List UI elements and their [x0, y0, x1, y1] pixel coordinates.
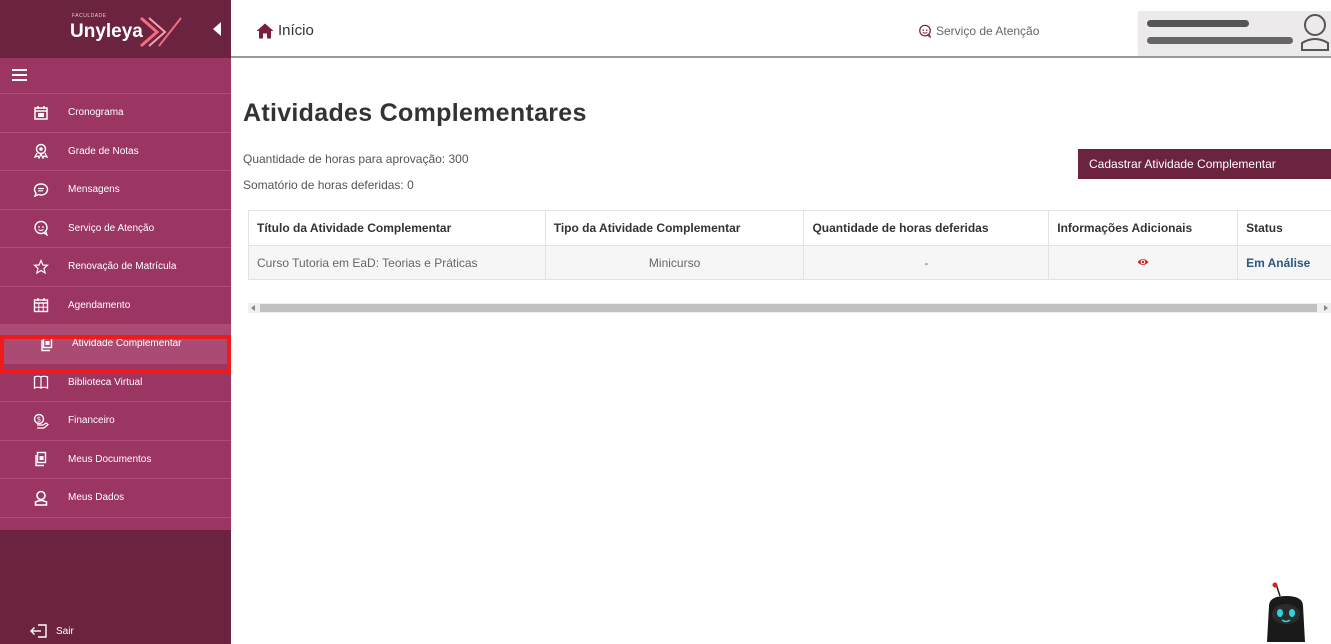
collapse-sidebar-button[interactable] [213, 22, 221, 36]
activities-table-container: Título da Atividade Complementar Tipo da… [248, 210, 1331, 280]
main-content: Atividades Complementares Quantidade de … [231, 60, 1331, 644]
sidebar-item-atividade-complementar[interactable]: Atividade Complementar [0, 325, 231, 364]
brand-subtitle: FACULDADE [72, 13, 107, 19]
cell-activity-title: Curso Tutoria em EaD: Teorias e Práticas [248, 245, 546, 280]
calendar-grid-icon [33, 298, 49, 313]
sidebar-item-label: Cronograma [68, 107, 124, 119]
logout-label: Sair [56, 625, 74, 637]
sidebar-item-mensagens[interactable]: Mensagens [0, 171, 231, 210]
sidebar-item-label: Serviço de Atenção [68, 222, 155, 234]
sidebar-item-meus-documentos[interactable]: Meus Documentos [0, 441, 231, 479]
redacted-user-email [1147, 37, 1293, 44]
sidebar-item-financeiro[interactable]: $ Financeiro [0, 402, 231, 441]
cell-hours: - [803, 245, 1050, 280]
brand-header: FACULDADE Unyleya [0, 0, 231, 58]
horizontal-scrollbar[interactable] [248, 303, 1331, 313]
top-bar: Início Serviço de Atenção [231, 0, 1331, 58]
register-activity-button[interactable]: Cadastrar Atividade Complementar [1078, 149, 1331, 179]
table-row: Curso Tutoria em EaD: Teorias e Práticas… [248, 245, 1331, 280]
sidebar-item-agendamento[interactable]: Agendamento [0, 287, 231, 325]
sidebar-item-label: Meus Dados [68, 492, 125, 504]
sidebar-item-label: Meus Documentos [68, 453, 152, 465]
page-title: Atividades Complementares [243, 99, 587, 127]
service-label: Serviço de Atenção [936, 24, 1040, 38]
activities-table: Título da Atividade Complementar Tipo da… [248, 210, 1331, 280]
column-header: Informações Adicionais [1048, 210, 1239, 246]
scroll-left-arrow[interactable] [251, 305, 255, 311]
sidebar-item-label: Financeiro [68, 415, 115, 427]
sidebar-item-label: Atividade Complementar [72, 338, 182, 350]
sidebar-footer: Sair [0, 530, 231, 644]
svg-text:$: $ [37, 415, 41, 423]
user-avatar-icon [1301, 14, 1329, 51]
sidebar-item-meus-dados[interactable]: Meus Dados [0, 479, 231, 518]
sidebar-item-biblioteca-virtual[interactable]: Biblioteca Virtual [0, 364, 231, 402]
home-link[interactable]: Início [256, 22, 314, 39]
service-link[interactable]: Serviço de Atenção [918, 24, 1039, 38]
logout-button[interactable]: Sair [30, 624, 74, 638]
sidebar-item-servico-de-atencao[interactable]: Serviço de Atenção [0, 210, 231, 248]
calendar-icon [34, 105, 48, 120]
column-header: Status [1237, 210, 1331, 246]
column-header: Título da Atividade Complementar [248, 210, 546, 246]
chat-icon [33, 183, 49, 198]
scroll-right-arrow[interactable] [1324, 305, 1328, 311]
sidebar: FACULDADE Unyleya Cronograma Grade de No… [0, 0, 231, 644]
brand-logo-icon [140, 16, 182, 48]
sidebar-item-label: Mensagens [68, 184, 120, 196]
book-icon [33, 375, 49, 390]
column-header: Quantidade de horas deferidas [803, 210, 1050, 246]
redacted-user-name [1147, 20, 1249, 27]
menu-toggle-button[interactable] [0, 58, 231, 94]
eye-icon[interactable] [1137, 257, 1149, 267]
sidebar-menu: Cronograma Grade de Notas Mensagens Serv… [0, 94, 231, 518]
table-header-row: Título da Atividade Complementar Tipo da… [248, 210, 1331, 246]
support-chat-icon [34, 221, 48, 237]
user-menu[interactable] [1138, 11, 1331, 56]
hours-required-text: Quantidade de horas para aprovação: 300 [243, 152, 469, 166]
hours-granted-text: Somatório de horas deferidas: 0 [243, 178, 414, 192]
sidebar-item-label: Renovação de Matrícula [68, 261, 177, 273]
column-header: Tipo da Atividade Complementar [544, 210, 805, 246]
logout-icon [30, 624, 47, 638]
sidebar-item-label: Agendamento [68, 299, 131, 311]
award-icon [33, 144, 49, 160]
money-icon: $ [33, 413, 49, 429]
documents-icon [41, 336, 53, 351]
documents-icon [35, 452, 47, 467]
sidebar-item-label: Biblioteca Virtual [68, 376, 143, 388]
home-label: Início [278, 22, 314, 39]
star-icon [33, 258, 49, 275]
cell-status: Em Análise [1237, 245, 1331, 280]
sidebar-item-renovacao-de-matricula[interactable]: Renovação de Matrícula [0, 248, 231, 287]
cell-additional-info [1048, 245, 1239, 280]
home-icon [256, 23, 274, 38]
cell-activity-type: Minicurso [544, 245, 805, 280]
brand-logo-text: Unyleya [70, 21, 143, 42]
chatbot-icon[interactable] [1263, 582, 1309, 644]
support-chat-icon [919, 24, 932, 38]
scrollbar-thumb[interactable] [260, 304, 1317, 312]
user-icon [34, 490, 48, 506]
sidebar-item-grade-de-notas[interactable]: Grade de Notas [0, 133, 231, 171]
sidebar-item-label: Grade de Notas [68, 145, 139, 157]
sidebar-item-cronograma[interactable]: Cronograma [0, 94, 231, 133]
